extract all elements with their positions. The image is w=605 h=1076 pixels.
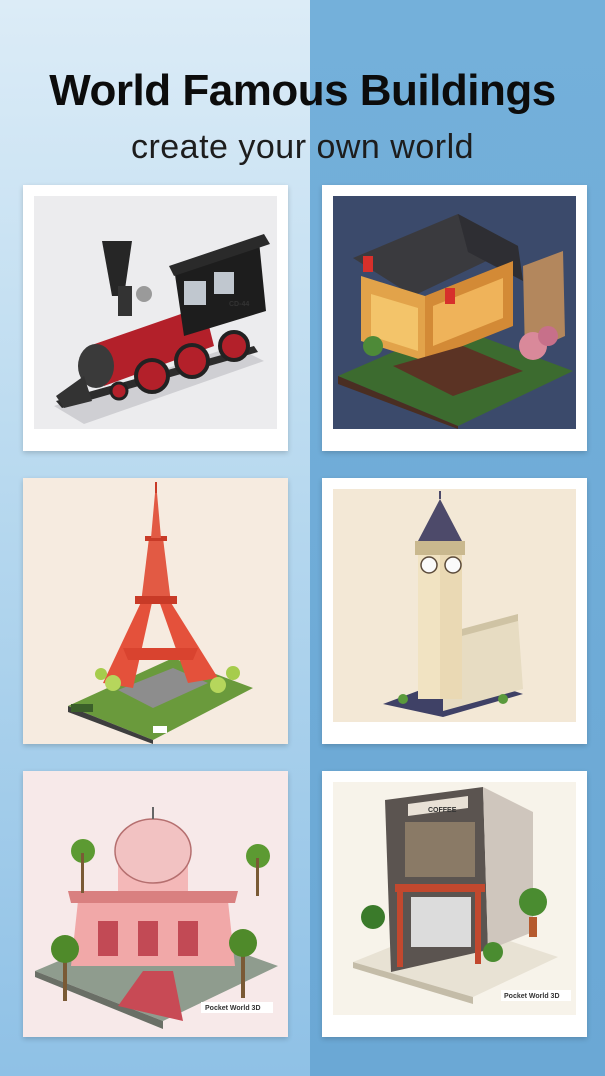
cafe-model-image: COFFEE Pocket World 3D: [333, 782, 576, 1015]
gallery-card-cafe[interactable]: COFFEE Pocket World 3D: [322, 771, 587, 1037]
gallery-card-palace[interactable]: Pocket World 3D: [23, 771, 288, 1037]
gallery-card-teahouse[interactable]: [322, 185, 587, 451]
teahouse-model-image: [333, 196, 576, 429]
page-title: World Famous Buildings: [49, 66, 556, 115]
gallery-card-big-ben[interactable]: [322, 478, 587, 744]
train-number-plate: CD-44: [229, 301, 249, 308]
palace-watermark: Pocket World 3D: [205, 1005, 261, 1012]
cafe-sign: COFFEE: [428, 807, 457, 814]
eiffel-tower-model-image: [23, 478, 288, 744]
cafe-watermark: Pocket World 3D: [504, 993, 560, 1000]
big-ben-model-image: [333, 489, 576, 722]
page-subtitle: create your own world: [130, 128, 475, 166]
gallery-card-eiffel-tower[interactable]: [23, 478, 288, 744]
gallery-card-train[interactable]: CD-44: [23, 185, 288, 451]
train-model-image: CD-44: [34, 196, 277, 429]
palace-model-image: Pocket World 3D: [23, 771, 288, 1037]
